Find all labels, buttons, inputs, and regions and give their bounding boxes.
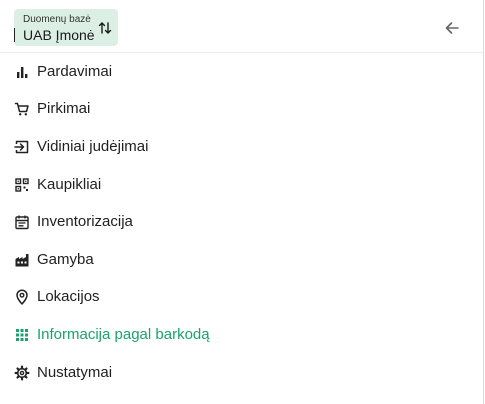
- text-cursor: [14, 28, 15, 42]
- navigation-drawer: Duomenų bazė UAB Įmonė Pardavimai Pirkim…: [0, 0, 484, 404]
- menu-item-label: Inventorizacija: [37, 213, 133, 230]
- bar-chart-icon: [17, 67, 28, 78]
- menu-item-label: Pardavimai: [37, 63, 113, 80]
- qr-scan-icon: [15, 178, 29, 192]
- menu-item-pardavimai[interactable]: Pardavimai: [0, 57, 483, 87]
- factory-icon: [15, 254, 29, 267]
- location-pin-icon: [16, 289, 28, 305]
- menu-item-vidiniai-judejimai[interactable]: Vidiniai judėjimai: [0, 132, 483, 162]
- gear-icon: [14, 365, 30, 381]
- menu-item-informacija-pagal-barkoda[interactable]: Informacija pagal barkodą: [0, 320, 483, 350]
- menu-item-gamyba[interactable]: Gamyba: [0, 245, 483, 275]
- grid-dots-icon: [16, 329, 28, 341]
- close-drawer-button[interactable]: [440, 16, 464, 40]
- login-arrow-icon: [14, 140, 29, 154]
- database-label: Duomenų bazė: [23, 14, 91, 25]
- menu-item-label: Informacija pagal barkodą: [37, 326, 210, 343]
- database-selector[interactable]: Duomenų bazė UAB Įmonė: [14, 9, 118, 46]
- swap-vertical-icon[interactable]: [98, 21, 112, 35]
- calendar-list-icon: [15, 215, 29, 230]
- menu-item-nustatymai[interactable]: Nustatymai: [0, 358, 483, 388]
- menu-item-kaupikliai[interactable]: Kaupikliai: [0, 170, 483, 200]
- menu-item-label: Kaupikliai: [37, 176, 102, 193]
- menu-item-label: Vidiniai judėjimai: [37, 138, 149, 155]
- shopping-cart-icon: [14, 102, 29, 116]
- arrow-left-icon: [445, 22, 459, 34]
- menu-item-pirkimai[interactable]: Pirkimai: [0, 94, 483, 124]
- menu-item-label: Lokacijos: [37, 288, 100, 305]
- menu-item-label: Nustatymai: [37, 364, 113, 381]
- menu-item-lokacijos[interactable]: Lokacijos: [0, 282, 483, 312]
- menu-item-inventorizacija[interactable]: Inventorizacija: [0, 207, 483, 237]
- menu-item-label: Pirkimai: [37, 100, 91, 117]
- menu-item-label: Gamyba: [37, 251, 94, 268]
- drawer-header: Duomenų bazė UAB Įmonė: [0, 0, 483, 53]
- database-value: UAB Įmonė: [23, 27, 95, 43]
